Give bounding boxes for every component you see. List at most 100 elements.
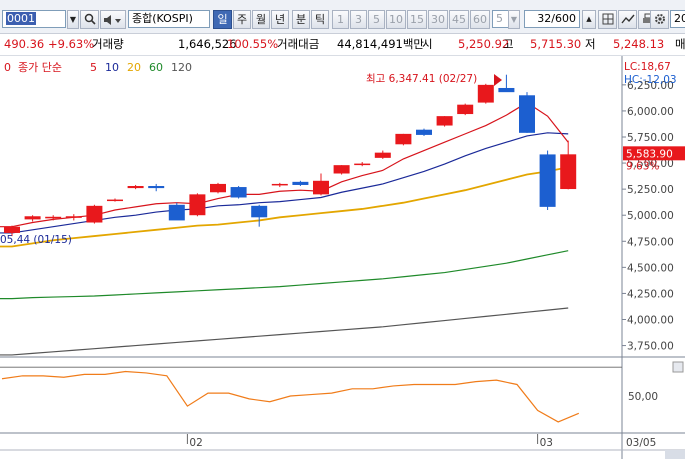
y-tick-label: 4,750.00 bbox=[627, 236, 674, 248]
candle-body bbox=[416, 129, 432, 135]
candle-body bbox=[292, 181, 309, 185]
open-label: 시 bbox=[422, 37, 433, 51]
count-spin-button[interactable]: ▲ bbox=[582, 10, 596, 29]
volume-label: 거래량 bbox=[92, 37, 124, 51]
candle-body bbox=[477, 84, 494, 103]
y-tick-label: 5,000.00 bbox=[627, 210, 674, 222]
period-year-button[interactable]: 년 bbox=[271, 10, 289, 29]
period-month-button[interactable]: 월 bbox=[252, 10, 270, 29]
grid-button[interactable] bbox=[598, 10, 617, 29]
x-end-label: 03/05 bbox=[626, 437, 656, 449]
candle-body bbox=[333, 165, 350, 174]
search-button[interactable] bbox=[80, 10, 99, 29]
settings-button[interactable] bbox=[650, 10, 669, 29]
search-icon bbox=[84, 13, 96, 25]
interval-5-button[interactable]: 5 bbox=[368, 10, 385, 29]
candlestick-chart[interactable]: 3,750.00 4,000.00 4,250.00 4,500.00 4,750.00… bbox=[0, 56, 685, 459]
high-label: 고 bbox=[503, 37, 514, 51]
hc-label: HC:-12,03 bbox=[624, 74, 677, 86]
change-rate: +9.63% bbox=[48, 37, 95, 51]
candle-body bbox=[168, 204, 185, 221]
right-field: 20 bbox=[670, 10, 685, 28]
grid-icon bbox=[602, 13, 613, 25]
legend-marker: 0 bbox=[4, 61, 11, 74]
open-value: 5,250.92 bbox=[458, 37, 510, 51]
legend-name: 종가 단순 bbox=[18, 61, 62, 74]
code-value: 0001 bbox=[6, 12, 36, 25]
candle-body bbox=[560, 154, 577, 190]
legend-period-120: 120 bbox=[171, 61, 192, 74]
interval-3-button[interactable]: 3 bbox=[350, 10, 367, 29]
extra-label: 매 bbox=[675, 37, 685, 51]
sound-button[interactable] bbox=[100, 10, 126, 29]
candle-body bbox=[45, 216, 62, 219]
osc-tick-label: 50,00 bbox=[628, 391, 658, 403]
chart-toolbar: 0001 ▼ 종합(KOSPI) 일 주 월 년 분 틱 1 3 5 10 15… bbox=[0, 0, 685, 34]
interval-60-button[interactable]: 60 bbox=[470, 10, 490, 29]
gear-icon bbox=[654, 14, 665, 24]
lc-label: LC:18,67 bbox=[624, 61, 671, 73]
candle-body bbox=[457, 104, 474, 115]
y-tick-label: 5,750.00 bbox=[627, 132, 674, 144]
interval-10-button[interactable]: 10 bbox=[386, 10, 406, 29]
quote-bar: 490.36 +9.63% 거래량 1,646,526 100.55% 거래대금… bbox=[0, 34, 685, 56]
y-tick-label: 4,000.00 bbox=[627, 315, 674, 327]
chart-type-button[interactable] bbox=[618, 10, 637, 29]
index-name: 종합(KOSPI) bbox=[132, 12, 193, 25]
y-tick-label: 6,000.00 bbox=[627, 106, 674, 118]
code-input[interactable]: 0001 bbox=[2, 10, 66, 28]
candle-body bbox=[65, 216, 82, 218]
price-label: 5,583.90 bbox=[626, 148, 673, 160]
interval-30-button[interactable]: 30 bbox=[428, 10, 448, 29]
high-annotation: 최고 6,347.41 (02/27) bbox=[366, 73, 477, 85]
chart-line-icon bbox=[620, 14, 635, 24]
candle-body bbox=[4, 226, 20, 233]
candle-body bbox=[148, 186, 165, 189]
change-value: 490.36 bbox=[4, 37, 45, 51]
low-value: 5,248.13 bbox=[613, 37, 665, 51]
low-label: 저 bbox=[585, 37, 596, 51]
period-minute-button[interactable]: 분 bbox=[292, 10, 310, 29]
rate-label: 9.63% bbox=[626, 160, 659, 172]
x-tick-label: 02 bbox=[189, 437, 202, 449]
legend-period-60: 60 bbox=[149, 61, 163, 74]
y-tick-label: 3,750.00 bbox=[627, 341, 674, 353]
y-tick-label: 4,500.00 bbox=[627, 262, 674, 274]
candle-body bbox=[86, 205, 103, 223]
interval-dropdown-button[interactable]: ▼ bbox=[508, 10, 520, 29]
osc-line bbox=[1, 370, 580, 423]
legend-period-5: 5 bbox=[90, 61, 97, 74]
legend-period-10: 10 bbox=[105, 61, 119, 74]
candle-body bbox=[251, 205, 268, 218]
period-week-button[interactable]: 주 bbox=[233, 10, 251, 29]
period-day-button[interactable]: 일 bbox=[213, 10, 232, 29]
y-tick-label: 5,250.00 bbox=[627, 184, 674, 196]
code-dropdown-button[interactable]: ▼ bbox=[67, 10, 79, 29]
candle-body bbox=[395, 133, 412, 145]
legend-period-20: 20 bbox=[127, 61, 141, 74]
speaker-icon bbox=[104, 15, 121, 25]
interval-1-button[interactable]: 1 bbox=[332, 10, 349, 29]
interval-45-button[interactable]: 45 bbox=[449, 10, 469, 29]
interval-15-button[interactable]: 15 bbox=[407, 10, 427, 29]
scrollbar-thumb[interactable] bbox=[665, 450, 685, 459]
candle-body bbox=[313, 180, 329, 195]
candle-body bbox=[127, 186, 144, 189]
index-name-field: 종합(KOSPI) bbox=[128, 10, 210, 28]
high-value: 5,715.30 bbox=[530, 37, 582, 51]
candle-body bbox=[210, 183, 226, 193]
osc-panel-button bbox=[672, 361, 684, 373]
candle-body bbox=[24, 216, 41, 220]
period-tick-button[interactable]: 틱 bbox=[311, 10, 329, 29]
candle-body bbox=[230, 187, 247, 198]
volume-ratio: 100.55% bbox=[227, 37, 279, 51]
x-tick-label: 03 bbox=[540, 437, 553, 449]
count-input[interactable]: 32/600 bbox=[524, 10, 580, 28]
candle-body bbox=[374, 152, 391, 158]
amount-value: 44,814,491백만 bbox=[337, 37, 425, 51]
amount-label: 거래대금 bbox=[277, 37, 320, 51]
candle-body bbox=[354, 163, 371, 166]
candle-body bbox=[436, 116, 453, 126]
candle-body bbox=[519, 95, 535, 133]
candle-body bbox=[189, 194, 206, 216]
